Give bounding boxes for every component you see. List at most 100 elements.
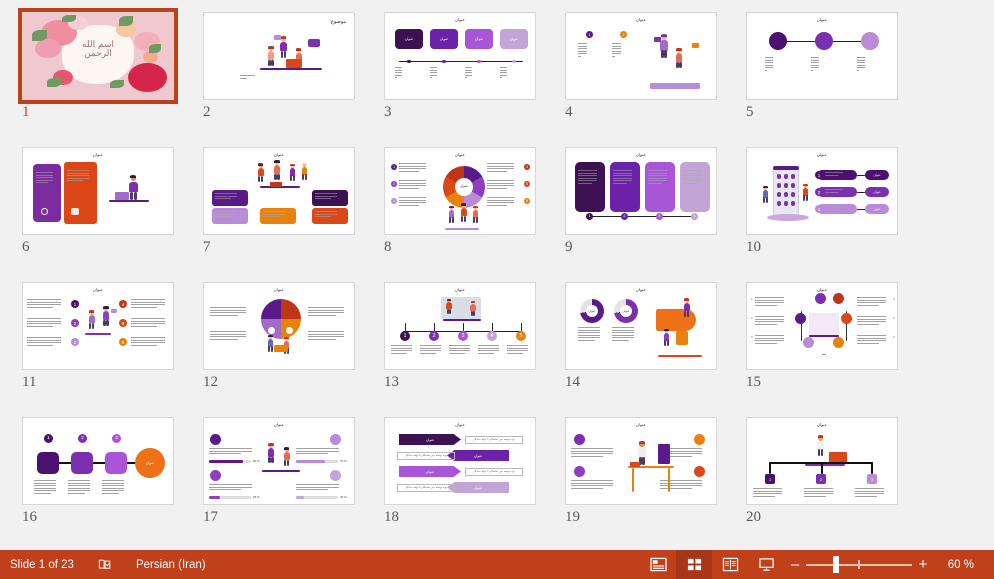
chevron-bar: عنوان (399, 466, 461, 477)
slide-thumbnail-frame[interactable]: اسم الله الرحمن (18, 8, 178, 104)
window (784, 201, 788, 206)
slide-node-marker: 2 (71, 319, 79, 327)
slide-counter[interactable]: Slide 1 of 23 (10, 550, 86, 579)
connector (434, 323, 435, 331)
connector (463, 323, 464, 331)
slide-thumbnail-8[interactable]: عنوان عنوان 1 2 3 4 5 6 8 (384, 147, 565, 282)
zoom-in-button[interactable]: + (912, 557, 934, 572)
illustration-shape (805, 195, 808, 202)
slide-thumbnail-10[interactable]: عنوان 1 عنوان 2 عنوان 3 عنوان 10 (746, 147, 927, 282)
slide-thumbnail-grid: اسم الله الرحمن 1 موضوع: 2 عنوان عنوان عنوان عن… (0, 0, 994, 550)
slide-show-button[interactable] (748, 550, 784, 579)
slide-thumbnail-13[interactable]: عنوان 1 2 3 4 5 13 (384, 282, 565, 417)
slide-sorter-pane[interactable]: اسم الله الرحمن 1 موضوع: 2 عنوان عنوان عنوان عن… (0, 0, 994, 550)
slide-canvas: عنوان 80 % 70 % 25 % 20 % (203, 417, 355, 505)
slide-node-marker (330, 434, 341, 445)
illustration-shape (103, 306, 109, 309)
slide-thumbnail-frame[interactable]: 1 2 3 عنوان (22, 417, 174, 505)
window (777, 183, 781, 188)
slide-thumbnail-frame[interactable]: عنوان 1 2 3 4 5 6 (22, 282, 174, 370)
slide-thumbnail-4[interactable]: عنوان 1 2 4 (565, 12, 746, 147)
slide-number-label: 16 (22, 509, 37, 525)
stat-value: 25 % (253, 494, 260, 499)
slide-node-marker (795, 313, 806, 324)
slide-thumbnail-18[interactable]: عنوان عنوان نوید توصیه متن ساختگی با تولید… (384, 417, 565, 550)
slide-thumbnail-12[interactable]: عنوان 12 (203, 282, 384, 417)
slide-title: عنوان (635, 17, 647, 22)
normal-view-button[interactable] (640, 550, 676, 579)
leaf-shape (119, 16, 133, 26)
slide-thumbnail-5[interactable]: عنوان 5 (746, 12, 927, 147)
illustration-shape (274, 160, 280, 163)
window (791, 174, 795, 179)
slide-thumbnail-frame[interactable]: عنوان (203, 147, 355, 235)
donut-label: عنوان (588, 309, 596, 313)
slide-thumbnail-frame[interactable]: عنوان 1 2 3 (746, 417, 898, 505)
slide-thumbnail-9[interactable]: عنوان 1 2 3 4 9 (565, 147, 746, 282)
zoom-level-label[interactable]: 60 % (934, 559, 986, 571)
quadrant-pie-chart (261, 299, 301, 339)
slide-thumbnail-frame[interactable]: عنوان عنوان 1 2 3 4 5 6 (384, 147, 536, 235)
slide-node-marker: 4 (119, 300, 127, 308)
person-illustration (682, 298, 691, 319)
slide-thumbnail-frame[interactable]: عنوان 1 عنوان 2 عنوان 3 عنوان (746, 147, 898, 235)
slide-thumbnail-frame[interactable]: عنوان عنوان عنوان عنوان عنوان (384, 12, 536, 100)
slide-thumbnail-11[interactable]: عنوان 1 2 3 4 5 6 11 (22, 282, 203, 417)
slide-thumbnail-16[interactable]: 1 2 3 عنوان 16 (22, 417, 203, 550)
slide-box: عنوان (395, 29, 423, 49)
slide-thumbnail-3[interactable]: عنوان عنوان عنوان عنوان عنوان 3 (384, 12, 565, 147)
slide-thumbnail-frame[interactable]: موضوع: (203, 12, 355, 100)
chevron-bar: عنوان (447, 482, 509, 493)
slide-canvas: موضوع: (203, 12, 355, 100)
slide-thumbnail-frame[interactable]: عنوان (746, 12, 898, 100)
slide-node-marker: 1 (586, 31, 593, 38)
slide-sorter-view-button[interactable] (676, 550, 712, 579)
mail-icon (654, 37, 661, 42)
slide-canvas: عنوان عنوان عنوان (565, 282, 717, 370)
illustration-shape (102, 311, 110, 320)
proofing-book-icon[interactable] (86, 550, 124, 579)
slide-node-marker (407, 59, 411, 63)
slide-title: عنوان (273, 152, 285, 157)
slide-thumbnail-frame[interactable]: عنوان (22, 147, 174, 235)
slide-thumbnail-frame[interactable]: عنوان 1 2 3 4 5 6 (746, 282, 898, 370)
illustration-shape (660, 50, 664, 59)
slide-thumbnail-frame[interactable]: عنوان عنوان عنوان (565, 282, 717, 370)
slide-canvas: عنوان (565, 417, 717, 505)
reading-view-button[interactable] (712, 550, 748, 579)
slide-node-marker (477, 59, 481, 63)
slide-number-label: 7 (203, 239, 211, 255)
slide-thumbnail-1[interactable]: اسم الله الرحمن 1 (18, 8, 203, 147)
slide-thumbnail-6[interactable]: عنوان 6 (22, 147, 203, 282)
slide-thumbnail-frame[interactable]: عنوان 1 2 3 4 (565, 147, 717, 235)
person-illustration (761, 185, 770, 205)
slide-thumbnail-frame[interactable]: عنوان 1 2 (565, 12, 717, 100)
slide-thumbnail-2[interactable]: موضوع: 2 (203, 12, 384, 147)
slide-thumbnail-frame[interactable]: عنوان عنوان نوید توصیه متن ساختگی با تولید… (384, 417, 536, 505)
slide-thumbnail-frame[interactable]: عنوان (565, 417, 717, 505)
slide-thumbnail-20[interactable]: عنوان 1 2 3 20 (746, 417, 927, 550)
person-illustration (282, 447, 291, 468)
zoom-slider[interactable] (806, 550, 912, 579)
zoom-slider-handle[interactable] (833, 556, 839, 573)
slide-title: عنوان (92, 287, 104, 292)
slide-thumbnail-7[interactable]: عنوان 7 (203, 147, 384, 282)
slide-thumbnail-14[interactable]: عنوان عنوان عنوان 14 (565, 282, 746, 417)
slide-thumbnail-15[interactable]: عنوان 1 2 3 4 5 6 15 (746, 282, 927, 417)
language-indicator[interactable]: Persian (Iran) (124, 550, 218, 579)
slide-thumbnail-frame[interactable]: عنوان 80 % 70 % 25 % 20 % (203, 417, 355, 505)
slide-canvas: عنوان (203, 282, 355, 370)
slide-canvas: عنوان 1 2 3 4 (565, 147, 717, 235)
slide-thumbnail-frame[interactable]: عنوان 1 2 3 4 5 (384, 282, 536, 370)
zoom-out-button[interactable]: – (784, 557, 806, 572)
slide-node-marker (694, 434, 705, 445)
slide-canvas: عنوان عنوان نوید توصیه متن ساختگی با تولید… (384, 417, 536, 505)
illustration-shape (638, 447, 647, 458)
illustration-shape (473, 311, 475, 317)
slide-thumbnail-17[interactable]: عنوان 80 % 70 % 25 % 20 % 17 (203, 417, 384, 550)
slide-thumbnail-19[interactable]: عنوان 19 (565, 417, 746, 550)
chart-icon (71, 208, 79, 215)
illustration-shape (642, 457, 646, 466)
zoom-control[interactable]: – + 60 % (784, 550, 994, 579)
slide-thumbnail-frame[interactable]: عنوان (203, 282, 355, 370)
